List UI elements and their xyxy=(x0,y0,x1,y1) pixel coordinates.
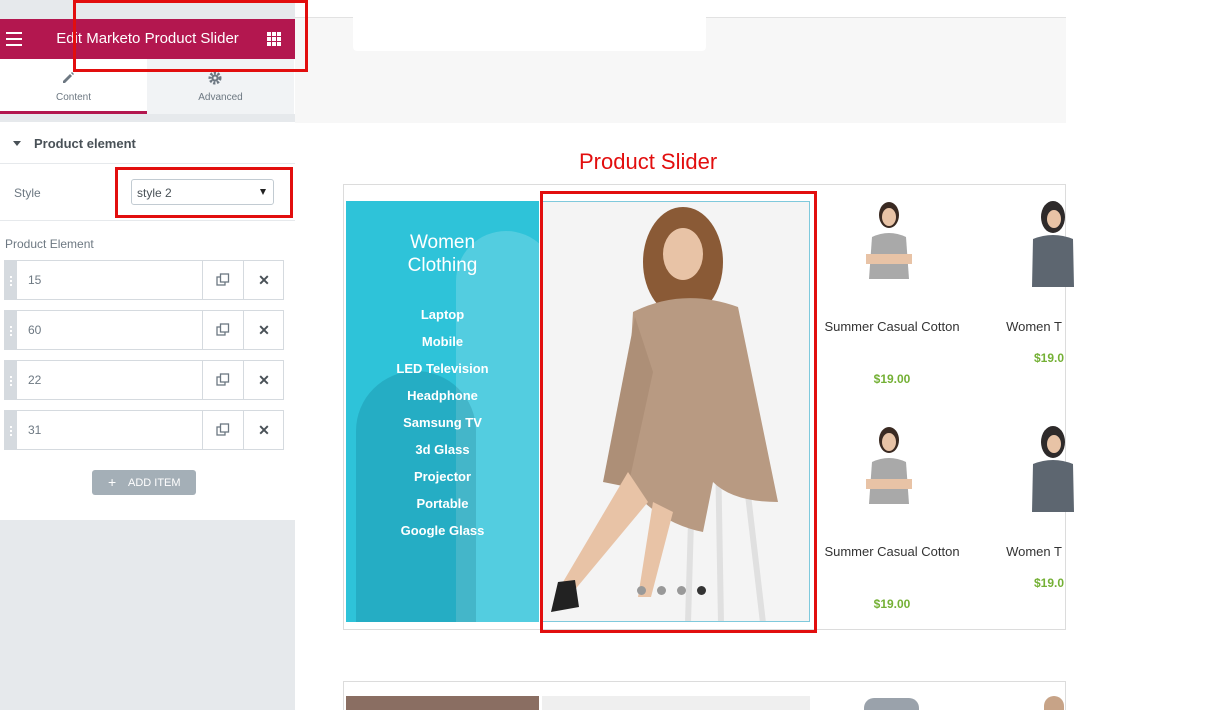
annotation-box xyxy=(73,0,308,72)
product-image[interactable] xyxy=(1018,199,1088,289)
gear-icon xyxy=(208,71,222,85)
section-toggle[interactable]: Product element xyxy=(0,122,295,164)
drag-handle-icon[interactable] xyxy=(5,361,17,399)
annotation-box xyxy=(115,167,293,218)
close-icon: ✕ xyxy=(258,372,270,388)
repeater-item-title: 31 xyxy=(28,423,42,437)
drag-handle-icon[interactable] xyxy=(5,261,17,299)
remove-button[interactable]: ✕ xyxy=(243,361,284,399)
close-icon: ✕ xyxy=(258,272,270,288)
category-link[interactable]: Google Glass xyxy=(346,523,539,550)
duplicate-button[interactable] xyxy=(202,261,243,299)
category-banner: Women Clothing Laptop Mobile LED Televisi… xyxy=(346,201,539,622)
banner-image xyxy=(346,696,539,710)
plus-icon: + xyxy=(108,474,117,490)
duplicate-button[interactable] xyxy=(202,361,243,399)
add-item-label: ADD ITEM xyxy=(128,477,181,489)
product-price: $19.00 xyxy=(873,597,911,611)
close-icon: ✕ xyxy=(258,422,270,438)
product-price: $19.00 xyxy=(873,372,911,386)
repeater-item-title: 22 xyxy=(28,373,42,387)
category-link[interactable]: Portable xyxy=(346,496,539,523)
duplicate-button[interactable] xyxy=(202,411,243,449)
copy-icon xyxy=(216,423,230,436)
repeater-item[interactable]: 60 ✕ xyxy=(4,310,284,350)
remove-button[interactable]: ✕ xyxy=(243,261,284,299)
category-link[interactable]: Headphone xyxy=(346,388,539,415)
product-name[interactable]: Women T xyxy=(964,541,1104,562)
repeater-item[interactable]: 15 ✕ xyxy=(4,260,284,300)
product-image xyxy=(1044,696,1064,710)
category-heading: Women Clothing xyxy=(407,232,478,276)
content-card xyxy=(353,17,706,51)
repeater-label: Product Element xyxy=(5,237,94,251)
drag-handle-icon[interactable] xyxy=(5,411,17,449)
copy-icon xyxy=(216,373,230,386)
editor-panel: Edit Marketo Product Slider Content Adva… xyxy=(0,0,295,710)
tab-advanced-label: Advanced xyxy=(198,92,243,103)
product-image[interactable] xyxy=(854,199,924,289)
remove-button[interactable]: ✕ xyxy=(243,411,284,449)
category-link[interactable]: 3d Glass xyxy=(346,442,539,469)
category-list: Laptop Mobile LED Television Headphone S… xyxy=(346,307,539,550)
product-name[interactable]: Women T xyxy=(964,316,1104,337)
category-link[interactable]: Projector xyxy=(346,469,539,496)
repeater-item-title: 60 xyxy=(28,323,42,337)
style-label: Style xyxy=(14,186,41,200)
category-link[interactable]: Mobile xyxy=(346,334,539,361)
product-price: $19.0 xyxy=(1033,576,1065,590)
category-link[interactable]: Laptop xyxy=(346,307,539,334)
repeater-item[interactable]: 31 ✕ xyxy=(4,410,284,450)
repeater-item-title: 15 xyxy=(28,273,42,287)
preview-top-section xyxy=(295,0,1066,123)
repeater-item[interactable]: 22 ✕ xyxy=(4,360,284,400)
editor-window: Edit Marketo Product Slider Content Adva… xyxy=(0,0,1213,710)
remove-button[interactable]: ✕ xyxy=(243,311,284,349)
product-image xyxy=(864,698,919,710)
product-price: $19.0 xyxy=(1033,351,1065,365)
caret-down-icon xyxy=(13,141,21,146)
duplicate-button[interactable] xyxy=(202,311,243,349)
product-image[interactable] xyxy=(1018,424,1088,514)
next-slider-section xyxy=(343,681,1066,710)
annotation-box xyxy=(540,191,817,633)
add-item-button[interactable]: + ADD ITEM xyxy=(92,470,196,495)
close-icon: ✕ xyxy=(258,322,270,338)
section-title: Product element xyxy=(34,136,136,151)
product-image[interactable] xyxy=(854,424,924,514)
copy-icon xyxy=(216,323,230,336)
category-link[interactable]: LED Television xyxy=(346,361,539,388)
tab-content-label: Content xyxy=(55,92,92,103)
category-link[interactable]: Samsung TV xyxy=(346,415,539,442)
copy-icon xyxy=(216,273,230,286)
drag-handle-icon[interactable] xyxy=(5,311,17,349)
slider-heading: Product Slider xyxy=(579,149,718,174)
hero-image xyxy=(542,696,810,710)
product-name[interactable]: Summer Casual Cotton xyxy=(822,316,962,337)
pencil-icon xyxy=(63,72,74,83)
product-name[interactable]: Summer Casual Cotton xyxy=(822,541,962,562)
